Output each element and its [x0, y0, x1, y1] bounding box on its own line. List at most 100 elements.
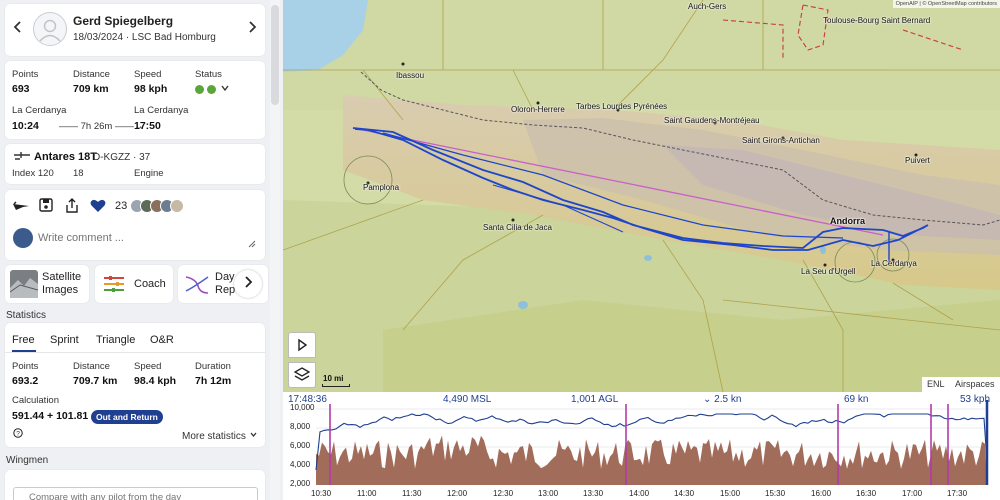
statistics-title: Statistics: [6, 310, 47, 321]
glider-registration: D-KGZZ: [93, 152, 131, 163]
flight-map[interactable]: OpenAIP | © OpenStreetMap contributors A…: [283, 0, 1000, 392]
wingmen-title: Wingmen: [6, 455, 49, 466]
more-statistics-label: More statistics: [182, 431, 246, 442]
satellite-images-button[interactable]: Satellite Images: [5, 265, 89, 303]
map-label: Ibassou: [396, 71, 425, 80]
speed-value: 98 kph: [134, 83, 168, 95]
tab-triangle[interactable]: Triangle: [96, 334, 135, 346]
map-attribution[interactable]: OpenAIP | © OpenStreetMap contributors: [892, 0, 1000, 8]
play-button[interactable]: [288, 332, 316, 358]
day-report-label-1: Day: [215, 271, 235, 283]
chevron-left-icon[interactable]: [13, 20, 22, 37]
scrollbar-thumb[interactable]: [271, 5, 279, 105]
social-card: 23: [5, 190, 265, 260]
compare-pilot-input[interactable]: [13, 487, 258, 500]
status-dot: [207, 85, 216, 94]
map-label: Puivert: [905, 156, 930, 165]
tab-airspaces[interactable]: Airspaces: [955, 379, 995, 389]
resize-handle-icon[interactable]: [248, 240, 256, 251]
distance-value: 709.7 km: [73, 375, 118, 387]
glider-type[interactable]: Antares 18T: [34, 151, 97, 163]
distance-label: Distance: [73, 361, 110, 372]
map-label: Tarbes Lourdes Pyrénées: [576, 102, 668, 111]
distance-value: 709 km: [73, 83, 109, 95]
day-report-icon: [184, 273, 210, 298]
layers-button[interactable]: [288, 362, 316, 388]
terrain-map[interactable]: [283, 0, 1000, 392]
flight-sidebar: Gerd Spiegelberg 18/03/2024 · LSC Bad Ho…: [0, 0, 283, 500]
heart-icon[interactable]: [90, 199, 106, 215]
status-dot: [195, 85, 204, 94]
liker-avatar[interactable]: [170, 199, 184, 213]
chevron-right-icon: [245, 276, 253, 288]
map-label: Oloron-Herrere: [511, 105, 565, 114]
tab-out-and-return[interactable]: O&R: [150, 334, 174, 346]
competition-id: · 37: [133, 152, 151, 163]
help-icon[interactable]: ?: [13, 428, 23, 438]
coach-button[interactable]: Coach: [95, 265, 173, 303]
tab-sprint[interactable]: Sprint: [50, 334, 79, 346]
engine-label: Engine: [134, 168, 164, 179]
statistics-card: Free Sprint Triangle O&R Points 693.2 Di…: [5, 323, 265, 447]
calculation-value: 591.44 + 101.81: [12, 410, 89, 422]
map-label: Toulouse-Bourg Saint Bernard: [823, 16, 931, 25]
points-value: 693.2: [12, 375, 39, 387]
status-label: Status: [195, 69, 222, 80]
svg-text:?: ?: [16, 431, 20, 438]
x-tick-label: 12:30: [493, 489, 514, 498]
more-tools-button[interactable]: [234, 270, 262, 298]
share-icon[interactable]: [65, 198, 81, 214]
landing-place: La Cerdanya: [134, 105, 189, 116]
x-tick-label: 13:00: [538, 489, 559, 498]
x-tick-label: 11:00: [357, 489, 377, 498]
pilot-avatar[interactable]: [33, 12, 67, 46]
scale-label: 10 mi: [323, 374, 344, 383]
chevron-down-icon[interactable]: [220, 83, 230, 96]
save-icon[interactable]: [39, 198, 55, 214]
points-value: 693: [12, 83, 30, 95]
points-label: Points: [12, 69, 39, 80]
chevron-down-icon: [250, 432, 257, 438]
barogram-panel[interactable]: 17:48:36 4,490 MSL 1,001 AGL ⌄ 2.5 kn 69…: [283, 392, 1000, 500]
overlay-tabs: ENL Airspaces: [922, 377, 1000, 392]
comment-input[interactable]: [38, 227, 258, 249]
takeoff-place: La Cerdanya: [12, 105, 67, 116]
airplane-icon[interactable]: [12, 198, 29, 214]
landing-time: 17:50: [134, 120, 161, 132]
x-tick-label: 15:30: [765, 489, 786, 498]
pilot-header-card: Gerd Spiegelberg 18/03/2024 · LSC Bad Ho…: [5, 4, 265, 56]
points-label: Points: [12, 361, 39, 372]
pilot-name[interactable]: Gerd Spiegelberg: [73, 14, 173, 28]
map-label: La Cerdanya: [871, 259, 917, 268]
flight-summary-card: Points 693 Distance 709 km Speed 98 kph …: [5, 61, 265, 139]
barogram-chart[interactable]: [283, 392, 1000, 487]
tab-enl[interactable]: ENL: [927, 379, 945, 389]
x-tick-label: 15:00: [720, 489, 741, 498]
flight-date-club: 18/03/2024 · LSC Bad Homburg: [73, 32, 216, 43]
task-type-badge: Out and Return: [91, 410, 163, 424]
tab-free[interactable]: Free: [12, 334, 35, 346]
like-count[interactable]: 23: [115, 200, 127, 212]
map-label: Auch-Gers: [688, 2, 727, 11]
more-statistics-link[interactable]: More statistics: [182, 431, 258, 442]
map-label: Pamplona: [363, 183, 400, 192]
glider-icon: [14, 151, 30, 161]
x-tick-label: 16:30: [856, 489, 877, 498]
chevron-right-icon[interactable]: [248, 20, 257, 37]
day-report-label-2: Rep: [215, 284, 236, 296]
satellite-label-2: Images: [42, 284, 79, 296]
map-label: Santa Cilia de Jaca: [483, 223, 552, 232]
map-label: Saint Gaudens-Montréjeau: [664, 116, 760, 125]
glider-seats: 18: [73, 168, 84, 179]
x-tick-label: 17:30: [947, 489, 968, 498]
duration-value: 7h 12m: [195, 375, 232, 387]
calculation-label: Calculation: [12, 395, 59, 406]
x-tick-label: 16:00: [811, 489, 832, 498]
wingmen-card: [5, 470, 265, 500]
speed-label: Speed: [134, 69, 162, 80]
user-avatar: [13, 228, 33, 248]
distance-label: Distance: [73, 69, 110, 80]
satellite-thumbnail-icon: [9, 270, 39, 298]
x-tick-label: 10:30: [311, 489, 332, 498]
x-tick-label: 14:00: [629, 489, 650, 498]
